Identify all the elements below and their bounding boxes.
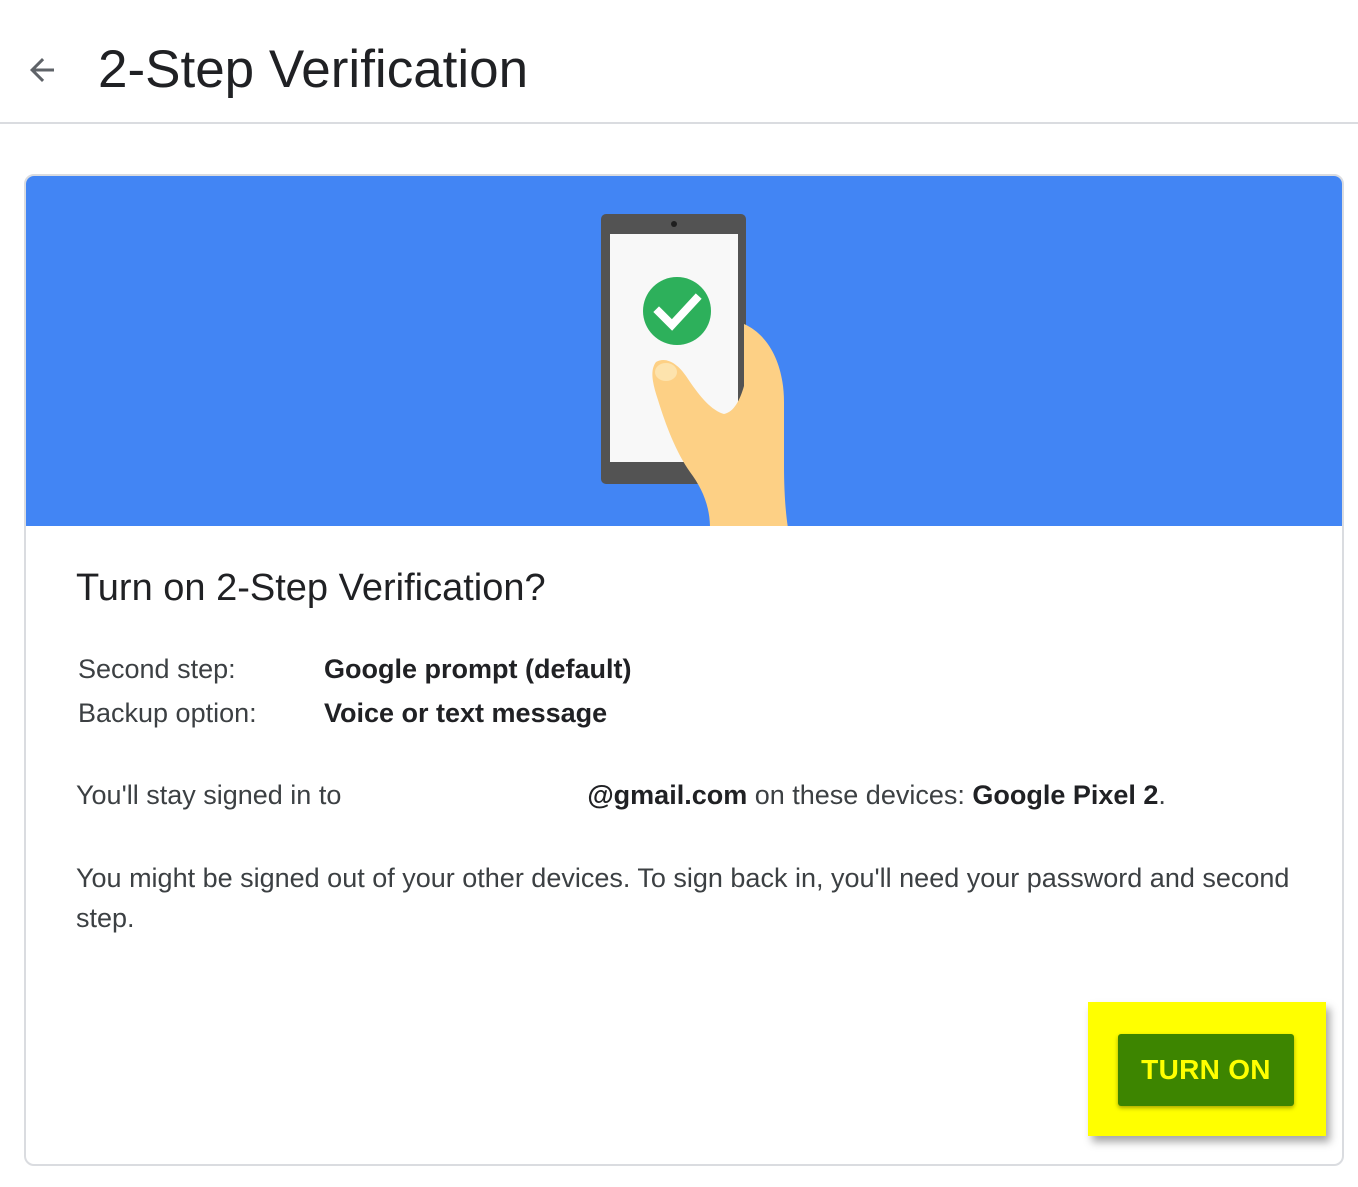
signout-warning: You might be signed out of your other de… (76, 863, 1290, 933)
email-address: @gmail.com (587, 780, 748, 810)
highlight-box: TURN ON (1088, 1002, 1326, 1136)
check-circle-icon (643, 277, 711, 345)
thumb-nail (655, 363, 677, 381)
phone-in-hand-illustration (601, 214, 788, 526)
second-step-label: Second step: (78, 654, 236, 684)
arrow-back-icon (30, 58, 54, 82)
page-title: 2-Step Verification (98, 40, 529, 99)
page-header: 2-Step Verification (0, 0, 1358, 124)
signed-in-middle: on these devices: (747, 780, 973, 810)
back-button[interactable] (18, 46, 66, 94)
signed-in-prefix: You'll stay signed in to (76, 780, 342, 810)
verification-card: Turn on 2-Step Verification? Second step… (24, 174, 1344, 1166)
backup-option-value: Voice or text message (324, 698, 608, 728)
signed-in-note: You'll stay signed in to @gmail.com on th… (76, 778, 1166, 812)
illustration-banner (26, 176, 1342, 526)
device-name: Google Pixel 2 (972, 780, 1159, 810)
second-step-value: Google prompt (default) (324, 654, 632, 684)
turn-on-button[interactable]: TURN ON (1118, 1034, 1294, 1106)
phone-camera (671, 221, 677, 227)
card-title: Turn on 2-Step Verification? (76, 567, 546, 609)
backup-option-label: Backup option: (78, 698, 257, 728)
signed-in-suffix: . (1158, 780, 1166, 810)
